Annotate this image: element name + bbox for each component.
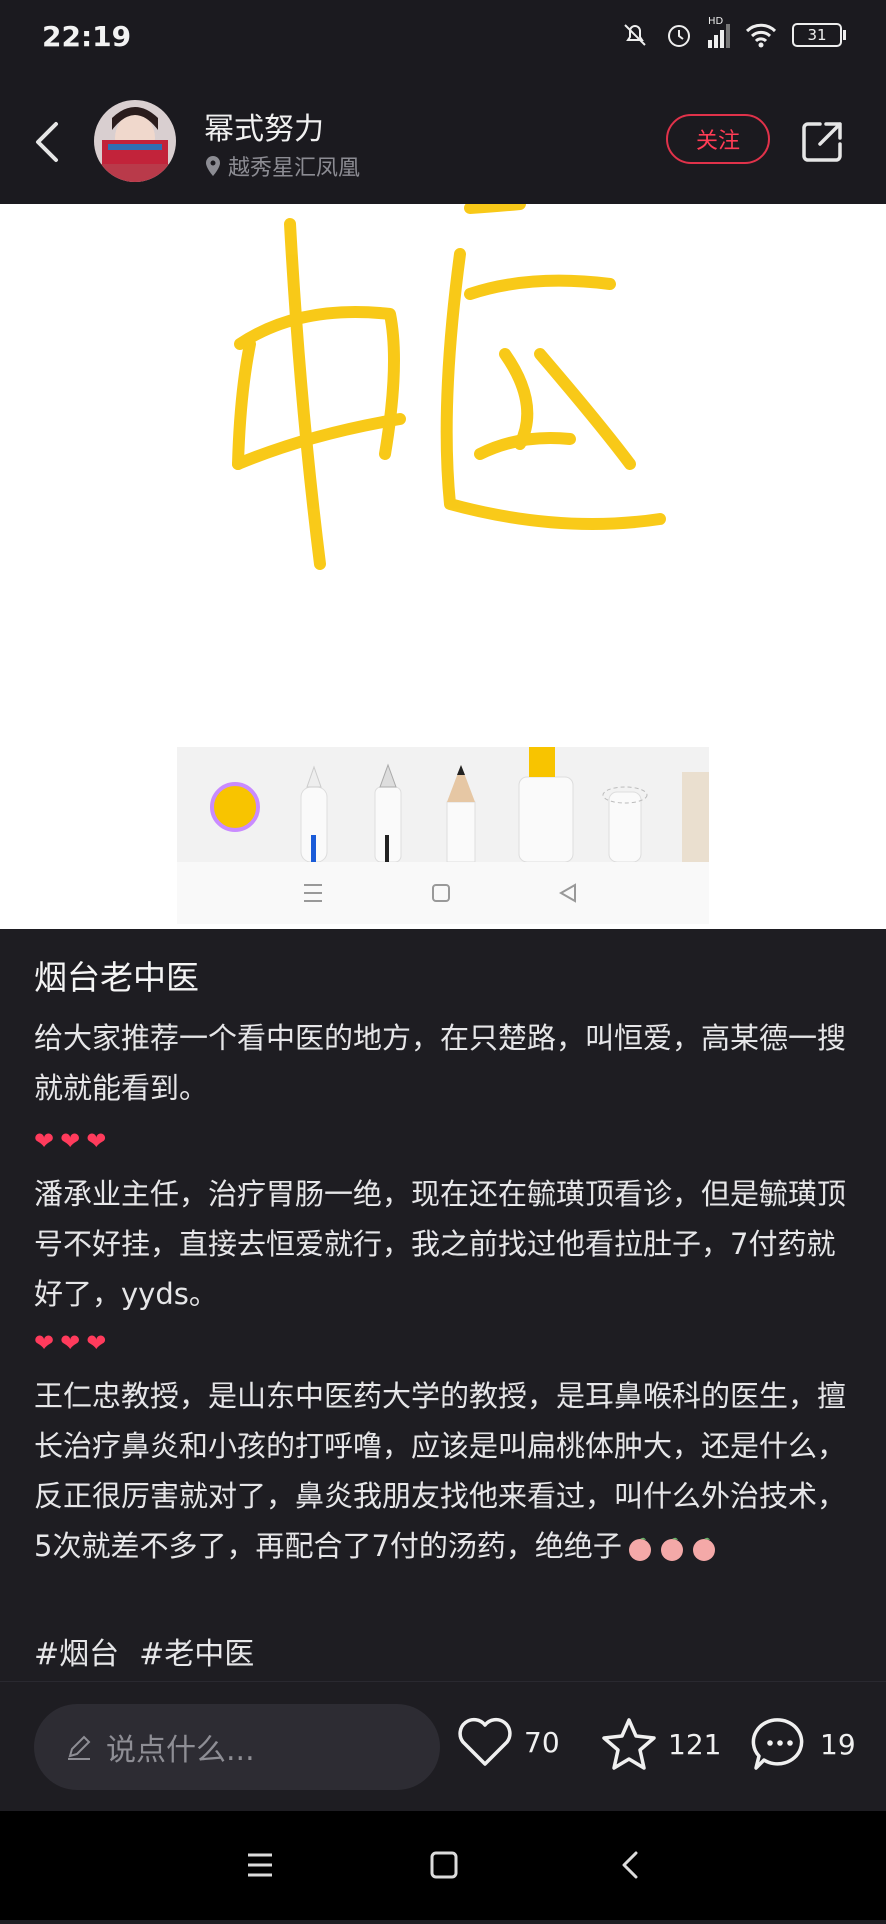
comment-bubble-icon bbox=[751, 1718, 804, 1770]
battery-icon: 31 bbox=[792, 23, 846, 47]
comment-input[interactable]: 说点什么... bbox=[34, 1704, 440, 1790]
pencil-edit-icon bbox=[68, 1735, 91, 1760]
follow-button[interactable]: 关注 bbox=[666, 114, 770, 164]
back-triangle-icon bbox=[558, 883, 576, 903]
hearts-emoji: ❤❤❤ bbox=[34, 1127, 113, 1155]
status-time: 22:19 bbox=[42, 20, 132, 53]
favorite-button[interactable]: 121 bbox=[600, 1716, 721, 1772]
pencil-icon bbox=[446, 765, 476, 863]
pen-tray bbox=[177, 747, 712, 863]
hd-badge: HD bbox=[708, 16, 724, 27]
location-label: 越秀星汇凤凰 bbox=[228, 156, 361, 181]
location-pin-icon bbox=[206, 156, 220, 176]
wifi-icon bbox=[745, 23, 777, 48]
location[interactable]: 越秀星汇凤凰 bbox=[204, 150, 360, 182]
home-button-icon bbox=[430, 1851, 458, 1879]
color-picker-icon bbox=[210, 782, 260, 832]
hashtags: #烟台 #老中医 bbox=[34, 1629, 254, 1673]
hashtag-link[interactable]: #烟台 bbox=[34, 1629, 119, 1673]
username[interactable]: 幂式努力 bbox=[204, 104, 324, 148]
like-button[interactable]: 70 bbox=[456, 1716, 560, 1768]
post-title: 烟台老中医 bbox=[34, 958, 199, 997]
post-content: 烟台老中医 给大家推荐一个看中医的地方，在只楚路，叫恒爱，高某德一搜就就能看到。… bbox=[0, 929, 886, 1681]
post-paragraph-2-text: 王仁忠教授，是山东中医药大学的教授，是耳鼻喉科的医生，擅长治疗鼻炎和小孩的打呼噜… bbox=[34, 1379, 847, 1563]
favorite-count: 121 bbox=[668, 1727, 722, 1761]
status-bar: 22:19 HD 31 bbox=[0, 0, 886, 80]
back-button-icon bbox=[622, 1851, 638, 1879]
recent-apps-icon bbox=[248, 1853, 272, 1877]
fountain-pen-icon bbox=[374, 763, 402, 863]
status-icons: HD 31 bbox=[620, 16, 846, 50]
post-image[interactable] bbox=[0, 204, 886, 929]
ballpoint-pen-icon bbox=[300, 765, 328, 863]
like-count: 70 bbox=[524, 1725, 560, 1759]
back-arrow-icon[interactable] bbox=[26, 116, 70, 168]
screenshot-nav-bar bbox=[177, 862, 709, 924]
mute-icon bbox=[624, 24, 646, 46]
star-icon bbox=[602, 1718, 656, 1770]
battery-level: 31 bbox=[807, 26, 827, 44]
highlighter-icon bbox=[518, 747, 574, 863]
post-paragraph-1: 潘承业主任，治疗胃肠一绝，现在还在毓璜顶看诊，但是毓璜顶号不好挂，直接去恒爱就行… bbox=[34, 1177, 847, 1311]
hearts-emoji: ❤❤❤ bbox=[34, 1329, 113, 1357]
ruler-icon bbox=[682, 772, 712, 862]
heart-icon bbox=[458, 1717, 512, 1766]
system-nav-bar bbox=[0, 1811, 886, 1920]
peach-emoji-icon bbox=[626, 1534, 718, 1562]
comment-button[interactable]: 19 bbox=[750, 1716, 856, 1772]
share-icon[interactable] bbox=[798, 118, 846, 166]
alarm-icon bbox=[668, 25, 690, 47]
menu-icon bbox=[304, 884, 322, 902]
avatar[interactable] bbox=[94, 100, 176, 182]
handwriting-drawing bbox=[232, 204, 666, 570]
comment-placeholder: 说点什么... bbox=[106, 1733, 255, 1768]
post-header: 幂式努力 越秀星汇凤凰 关注 bbox=[0, 80, 886, 204]
signal-icon: HD bbox=[708, 16, 730, 48]
action-bar: 说点什么... 70 121 19 bbox=[0, 1681, 886, 1812]
post-paragraph-2: 王仁忠教授，是山东中医药大学的教授，是耳鼻喉科的医生，擅长治疗鼻炎和小孩的打呼噜… bbox=[34, 1371, 854, 1571]
hashtag-link[interactable]: #老中医 bbox=[139, 1629, 254, 1673]
home-icon bbox=[432, 884, 450, 902]
post-intro: 给大家推荐一个看中医的地方，在只楚路，叫恒爱，高某德一搜就就能看到。 bbox=[34, 1021, 847, 1105]
eraser-pen-icon bbox=[602, 786, 648, 863]
comment-count: 19 bbox=[820, 1727, 856, 1761]
